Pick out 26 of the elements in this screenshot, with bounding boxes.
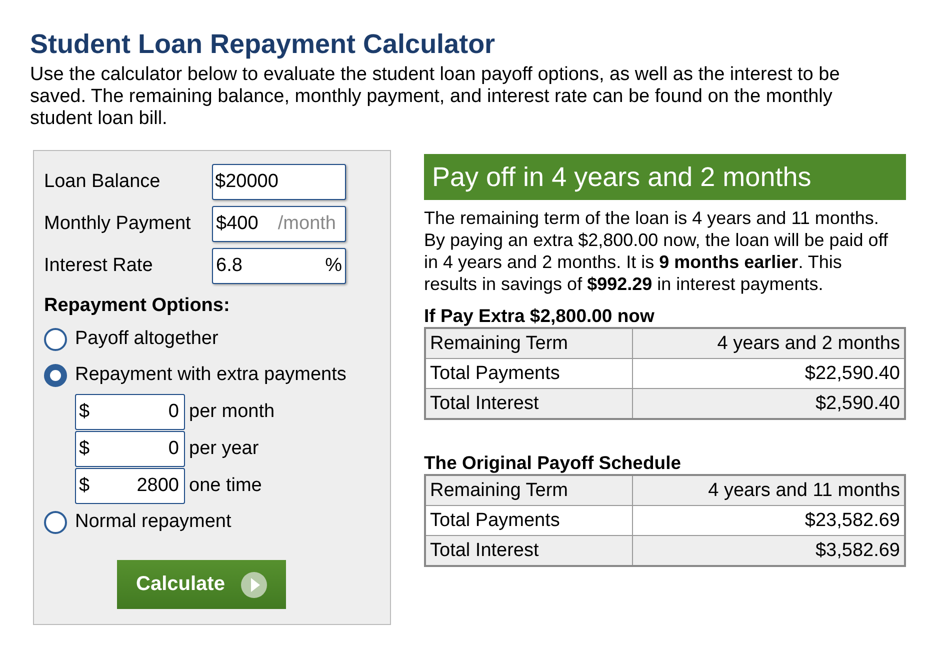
input-field[interactable]: 6.8 % bbox=[212, 248, 346, 284]
calculate-button[interactable]: Calculate bbox=[117, 560, 286, 609]
field-label: per year bbox=[189, 438, 259, 460]
input-field[interactable]: $ 2800 bbox=[75, 468, 185, 504]
table-title: If Pay Extra $2,800.00 now bbox=[424, 305, 656, 327]
input-field[interactable]: $400 /month bbox=[212, 206, 346, 242]
field-label: Monthly Payment bbox=[44, 213, 192, 235]
page-title: Student Loan Repayment Calculator bbox=[30, 28, 496, 60]
radio-option[interactable]: Repayment with extra payments bbox=[44, 357, 346, 393]
radio-option[interactable]: Normal repayment bbox=[44, 504, 232, 540]
section-heading: Repayment Options: bbox=[44, 295, 231, 317]
input-field[interactable]: $ 0 bbox=[75, 394, 185, 430]
play-icon bbox=[240, 572, 267, 598]
input-field[interactable]: $20000 bbox=[212, 164, 346, 200]
intro-text: Use the calculator below to evaluate the student loan payoff options, as well as the interest to be saved. The remaining balance, monthly payment, and interest rate can be found on the monthly student loan bill. bbox=[30, 64, 841, 130]
field-label: one time bbox=[189, 474, 262, 496]
field-label: Interest Rate bbox=[44, 255, 154, 277]
table-cell: Remaining Term bbox=[425, 328, 632, 358]
radio-option[interactable]: Payoff altogether bbox=[44, 321, 218, 357]
table-title: The Original Payoff Schedule bbox=[424, 452, 682, 474]
input-field[interactable]: $ 0 bbox=[75, 430, 185, 466]
result-headline: Pay off in 4 years and 2 months bbox=[424, 154, 906, 200]
field-label: per month bbox=[189, 400, 275, 422]
field-label: Loan Balance bbox=[44, 171, 162, 193]
table-cell: Remaining Term bbox=[425, 475, 632, 506]
result-summary: The remaining term of the loan is 4 years and 11 months. By paying an extra $2,800.00 now, the loan will be paid off in 4 years and 2 months. It is 9 months earlier. This results in savings of $992.29 in interest payments. bbox=[424, 207, 889, 295]
